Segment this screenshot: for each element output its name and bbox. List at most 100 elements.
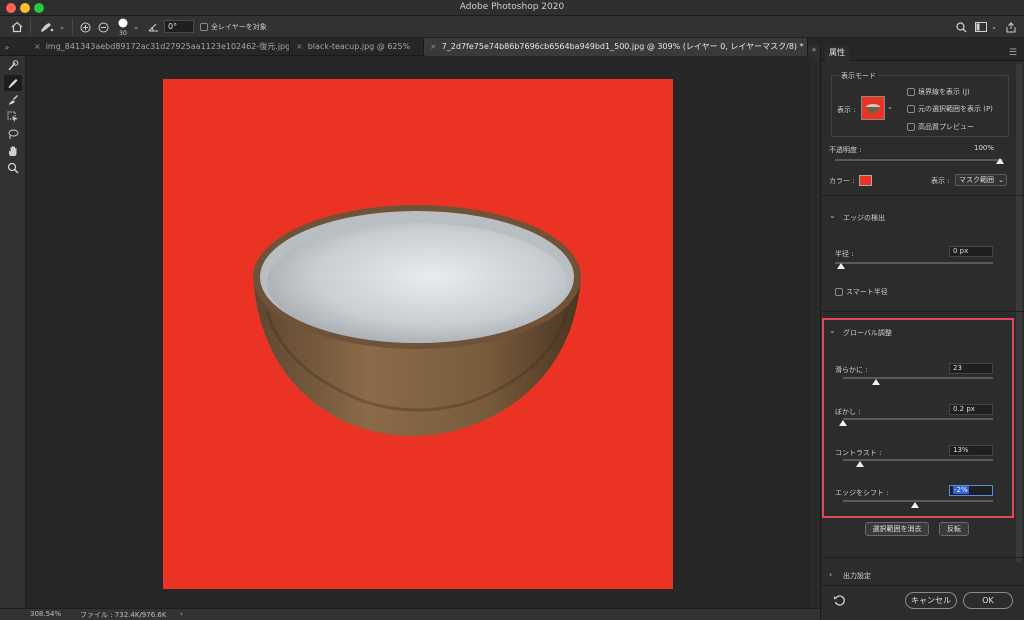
view-mode-chevron-down-icon[interactable]: ⌄ <box>887 103 893 111</box>
smooth-label: 滑らかに : <box>835 366 868 374</box>
shift-edge-value: -2% <box>953 486 969 494</box>
tab-document-1[interactable]: × img_841343aebd89172ac31d27925aa1123e102… <box>28 38 290 56</box>
lasso-tool-icon[interactable] <box>4 126 22 142</box>
collapse-panels-icon[interactable]: » <box>808 45 820 59</box>
radius-slider-thumb[interactable] <box>837 263 845 269</box>
display-dropdown[interactable]: マスク範囲 ⌄ <box>955 174 1007 186</box>
refine-edge-brush-tool-icon[interactable] <box>4 75 22 91</box>
shift-edge-slider-thumb[interactable] <box>911 502 919 508</box>
opacity-slider-thumb[interactable] <box>996 158 1004 164</box>
show-original-label: 元の選択範囲を表示 (P) <box>918 105 993 113</box>
reset-icon[interactable] <box>833 594 847 608</box>
brush-chevron-down-icon[interactable]: ⌄ <box>132 19 140 35</box>
share-icon[interactable] <box>1004 19 1018 35</box>
workspace-icon[interactable] <box>974 19 988 35</box>
checkbox-box[interactable] <box>907 123 915 131</box>
checkbox-box[interactable] <box>200 23 208 31</box>
output-settings-title: 出力設定 <box>843 572 871 580</box>
window-title: Adobe Photoshop 2020 <box>459 2 565 12</box>
contrast-field[interactable]: 13% <box>949 445 993 456</box>
cancel-button[interactable]: キャンセル <box>905 592 957 609</box>
radius-slider-track[interactable] <box>835 262 993 264</box>
options-bar: ⌄ 30 ⌄ 0° 全レイヤーを対象 ⌄ <box>0 16 1024 38</box>
tool-preset-chevron-down-icon[interactable]: ⌄ <box>58 19 66 35</box>
angle-field[interactable]: 0° <box>164 20 194 33</box>
output-settings-section-header[interactable]: › 出力設定 <box>821 567 1024 585</box>
smooth-slider-track[interactable] <box>843 377 993 379</box>
sample-all-layers-label: 全レイヤーを対象 <box>211 23 267 31</box>
canvas-vertical-scrollbar[interactable] <box>810 56 820 608</box>
properties-panel: 属性 ☰ 表示モード 表示 : ⌄ 境界線を表示 (J) 元の選択範囲を表示 (… <box>820 45 1024 620</box>
tab-document-3[interactable]: × 7_2d7fe75e74b86b7696cb6564ba949bd1_500.… <box>424 38 808 56</box>
checkbox-box[interactable] <box>907 105 915 113</box>
radius-label: 半径 : <box>835 250 854 258</box>
close-tab-icon[interactable]: × <box>430 42 437 51</box>
contrast-slider-thumb[interactable] <box>856 461 864 467</box>
feather-slider-thumb[interactable] <box>839 420 847 426</box>
opacity-label: 不透明度 : <box>829 146 862 154</box>
opacity-slider-track[interactable] <box>835 159 1003 161</box>
smart-radius-checkbox[interactable]: スマート半径 <box>835 287 888 297</box>
shift-edge-label: エッジをシフト : <box>835 489 889 497</box>
view-mode-thumbnail[interactable] <box>861 96 885 120</box>
zoom-tool-icon[interactable] <box>4 160 22 176</box>
panel-scrollbar[interactable] <box>1016 63 1022 563</box>
clear-selection-button[interactable]: 選択範囲を消去 <box>865 522 929 536</box>
status-bar: 308.54% ファイル : 732.4K/976.6K › <box>0 608 820 620</box>
angle-icon <box>146 19 160 35</box>
contrast-slider-track[interactable] <box>843 459 993 461</box>
high-quality-preview-checkbox[interactable]: 高品質プレビュー <box>907 122 974 132</box>
high-quality-preview-label: 高品質プレビュー <box>918 123 974 131</box>
global-refinements-section-header[interactable]: ⌄ グローバル調整 <box>821 324 1024 342</box>
status-menu-arrow[interactable]: › <box>180 610 183 618</box>
hand-tool-icon[interactable] <box>4 143 22 159</box>
workspace-chevron-down-icon[interactable]: ⌄ <box>990 19 998 35</box>
global-refinements-title: グローバル調整 <box>843 329 892 337</box>
checkbox-box[interactable] <box>907 88 915 96</box>
show-edge-label: 境界線を表示 (J) <box>918 88 970 96</box>
display-dropdown-value: マスク範囲 <box>959 176 994 184</box>
opacity-value[interactable]: 100% <box>971 144 997 155</box>
contract-mode-icon[interactable] <box>96 19 110 35</box>
checkbox-box[interactable] <box>835 288 843 296</box>
show-original-checkbox[interactable]: 元の選択範囲を表示 (P) <box>907 104 993 114</box>
smooth-field[interactable]: 23 <box>949 363 993 374</box>
shift-edge-field[interactable]: -2% <box>949 485 993 496</box>
canvas-area[interactable] <box>26 56 810 608</box>
close-tab-icon[interactable]: × <box>296 42 303 51</box>
brush-tool-icon[interactable] <box>4 92 22 108</box>
invert-button[interactable]: 反転 <box>939 522 969 536</box>
document-canvas[interactable] <box>163 79 673 589</box>
panel-menu-icon[interactable]: ☰ <box>1009 48 1017 58</box>
show-edge-checkbox[interactable]: 境界線を表示 (J) <box>907 87 970 97</box>
smart-radius-label: スマート半径 <box>846 288 888 296</box>
quick-selection-tool-icon[interactable] <box>4 58 22 74</box>
zoom-level[interactable]: 308.54% <box>30 610 61 618</box>
close-tab-icon[interactable]: × <box>34 42 41 51</box>
contrast-label: コントラスト : <box>835 449 882 457</box>
home-icon[interactable] <box>8 19 26 35</box>
expand-mode-icon[interactable] <box>78 19 92 35</box>
feather-field[interactable]: 0.2 px <box>949 404 993 415</box>
feather-label: ぼかし : <box>835 408 861 416</box>
tab-label: black-teacup.jpg @ 625% <box>307 42 411 51</box>
color-swatch[interactable] <box>859 175 872 186</box>
smooth-slider-thumb[interactable] <box>872 379 880 385</box>
edge-detection-title: エッジの検出 <box>843 214 885 222</box>
display-label: 表示 : <box>931 177 950 185</box>
edge-detection-section-header[interactable]: ⌄ エッジの検出 <box>821 209 1024 227</box>
search-icon[interactable] <box>954 19 968 35</box>
sample-all-layers-checkbox[interactable]: 全レイヤーを対象 <box>200 19 270 35</box>
refine-brush-tool-icon[interactable] <box>36 19 58 35</box>
view-mode-group-label: 表示モード <box>839 71 878 81</box>
ok-button[interactable]: OK <box>963 592 1013 609</box>
properties-tab[interactable]: 属性 <box>825 45 849 61</box>
panel-header: 属性 ☰ <box>821 45 1024 61</box>
tab-document-2[interactable]: × black-teacup.jpg @ 625% <box>290 38 424 56</box>
radius-field[interactable]: 0 px <box>949 246 993 257</box>
expand-tabs-icon[interactable]: » <box>2 39 12 55</box>
brush-tip-icon[interactable] <box>115 17 131 29</box>
feather-slider-track[interactable] <box>843 418 993 420</box>
chevron-down-icon: ⌄ <box>829 211 836 220</box>
object-selection-tool-icon[interactable] <box>4 109 22 125</box>
